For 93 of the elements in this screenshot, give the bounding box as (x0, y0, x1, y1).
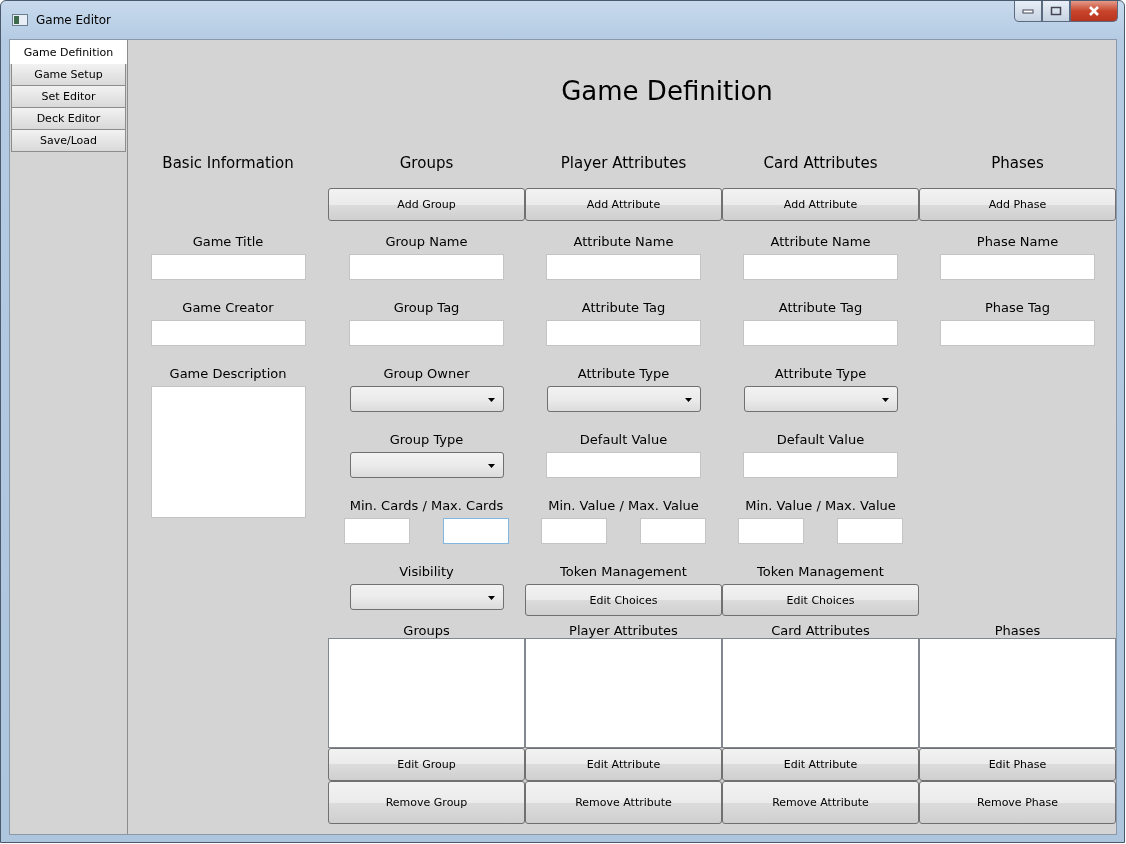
field-label: Min. Value / Max. Value (745, 497, 896, 514)
add-button[interactable]: Add Phase (919, 188, 1116, 221)
field-label: Group Tag (393, 299, 460, 316)
field-label: Default Value (579, 431, 668, 448)
dropdown[interactable] (743, 386, 898, 412)
input-field[interactable] (541, 518, 607, 544)
edit-choices-button[interactable]: Edit Choices (525, 584, 722, 616)
add-button[interactable]: Add Group (328, 188, 525, 221)
caret-icon (487, 464, 495, 468)
tab[interactable]: Game Definition (10, 40, 127, 64)
field-label: Attribute Type (577, 365, 670, 382)
dropdown[interactable] (349, 584, 504, 610)
field-label: Attribute Type (774, 365, 867, 382)
input-field[interactable] (546, 320, 701, 346)
field-label: Min. Value / Max. Value (548, 497, 699, 514)
minimize-icon (1022, 8, 1034, 14)
tab[interactable]: Deck Editor (11, 108, 126, 130)
add-button[interactable]: Add Attribute (722, 188, 919, 221)
minimize-button[interactable] (1014, 1, 1042, 22)
field-label: Default Value (776, 431, 865, 448)
section-heading: Groups (398, 153, 455, 172)
close-button[interactable] (1070, 1, 1118, 22)
edit-button[interactable]: Edit Attribute (722, 748, 919, 781)
add-button[interactable]: Add Attribute (525, 188, 722, 221)
edit-choices-button[interactable]: Edit Choices (722, 584, 919, 616)
dropdown[interactable] (349, 386, 504, 412)
field-label: Token Management (757, 563, 884, 580)
text-area[interactable] (150, 386, 306, 518)
field-label: Phase Tag (985, 299, 1050, 316)
input-field[interactable] (349, 320, 504, 346)
field-label: Token Management (560, 563, 687, 580)
field-label: Phase Name (976, 233, 1059, 250)
field-label: Group Owner (383, 365, 470, 382)
field-label: Attribute Tag (581, 299, 666, 316)
dropdown[interactable] (349, 452, 504, 478)
dropdown[interactable] (546, 386, 701, 412)
list-box[interactable] (919, 638, 1116, 748)
input-field[interactable] (344, 518, 410, 544)
field-label: Min. Cards / Max. Cards (349, 497, 504, 514)
list-label: Phases (993, 623, 1042, 638)
caret-icon (487, 398, 495, 402)
list-label: Card Attributes (770, 623, 871, 638)
section-heading: Card Attributes (762, 153, 879, 172)
input-field[interactable] (349, 254, 504, 280)
input-field[interactable] (150, 320, 306, 346)
edit-button[interactable]: Edit Group (328, 748, 525, 781)
input-field[interactable] (546, 452, 701, 478)
caret-icon (881, 398, 889, 402)
field-label: Group Name (385, 233, 468, 250)
maximize-button[interactable] (1042, 1, 1070, 22)
edit-button[interactable]: Edit Attribute (525, 748, 722, 781)
list-label: Groups (402, 623, 451, 638)
field-label: Game Title (192, 233, 264, 250)
tab[interactable]: Save/Load (11, 130, 126, 152)
input-field[interactable] (940, 254, 1095, 280)
field-label: Visibility (399, 563, 454, 580)
input-field[interactable] (743, 452, 898, 478)
section-heading: Basic Information (161, 153, 295, 172)
remove-button[interactable]: Remove Attribute (722, 781, 919, 824)
remove-button[interactable]: Remove Attribute (525, 781, 722, 824)
field-label: Game Creator (182, 299, 274, 316)
field-label: Attribute Name (770, 233, 871, 250)
close-icon (1088, 6, 1100, 16)
tab[interactable]: Game Setup (11, 64, 126, 86)
remove-button[interactable]: Remove Group (328, 781, 525, 824)
section-heading: Player Attributes (559, 153, 688, 172)
edit-button[interactable]: Edit Phase (919, 748, 1116, 781)
window-title: Game Editor (36, 13, 112, 27)
list-box[interactable] (722, 638, 919, 748)
page-title: Game Definition (560, 76, 774, 106)
field-label: Attribute Name (573, 233, 674, 250)
input-field[interactable] (150, 254, 306, 280)
input-field[interactable] (743, 320, 898, 346)
tab[interactable]: Set Editor (11, 86, 126, 108)
input-field[interactable] (443, 518, 509, 544)
input-field[interactable] (837, 518, 903, 544)
remove-button[interactable]: Remove Phase (919, 781, 1116, 824)
input-field[interactable] (640, 518, 706, 544)
caret-icon (684, 398, 692, 402)
maximize-icon (1050, 6, 1062, 16)
caret-icon (487, 596, 495, 600)
input-field[interactable] (738, 518, 804, 544)
field-label: Group Type (389, 431, 464, 448)
input-field[interactable] (546, 254, 701, 280)
list-box[interactable] (328, 638, 525, 748)
field-label: Game Description (169, 365, 287, 382)
field-label: Attribute Tag (778, 299, 863, 316)
section-heading: Phases (990, 153, 1045, 172)
app-icon (12, 14, 28, 26)
list-box[interactable] (525, 638, 722, 748)
input-field[interactable] (743, 254, 898, 280)
input-field[interactable] (940, 320, 1095, 346)
list-label: Player Attributes (568, 623, 679, 638)
